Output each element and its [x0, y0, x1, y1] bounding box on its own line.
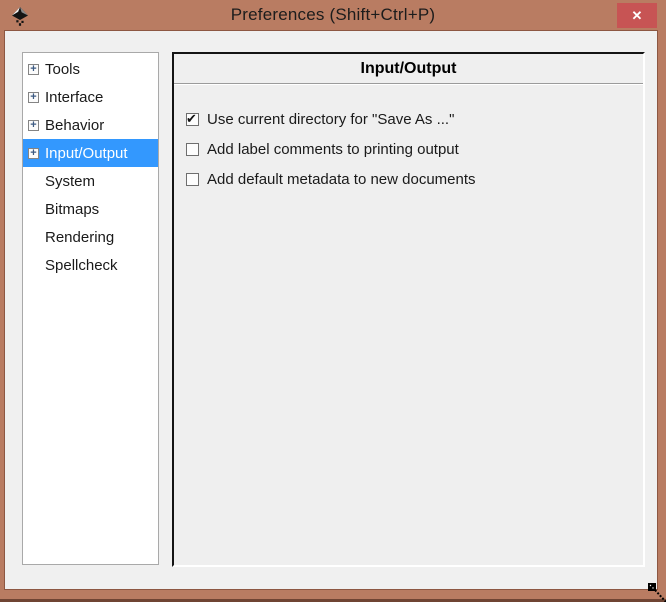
sidebar-item-input-output[interactable]: Input/Output — [23, 139, 158, 167]
sidebar-item-label: Bitmaps — [45, 200, 100, 218]
expander-plus-icon[interactable] — [28, 147, 39, 159]
option-use-current-directory[interactable]: Use current directory for "Save As ..." — [174, 104, 643, 134]
options-list: Use current directory for "Save As ..." … — [174, 104, 643, 194]
sidebar-item-label: Behavior — [45, 116, 105, 134]
close-button[interactable]: ✕ — [617, 3, 657, 28]
expander-plus-icon[interactable] — [28, 119, 39, 131]
expander-plus-icon[interactable] — [28, 91, 39, 103]
option-add-default-metadata[interactable]: Add default metadata to new documents — [174, 164, 643, 194]
sidebar-item-spellcheck[interactable]: Spellcheck — [23, 251, 158, 279]
checkbox-use-current-directory[interactable] — [186, 111, 199, 127]
sidebar-item-interface[interactable]: Interface — [23, 83, 158, 111]
sidebar-item-label: Interface — [45, 88, 104, 106]
checkbox-add-label-comments[interactable] — [186, 142, 199, 156]
sidebar-item-label: Input/Output — [45, 144, 128, 162]
expander-plus-icon[interactable] — [28, 63, 39, 75]
close-icon: ✕ — [631, 8, 643, 23]
dialog-body: Tools Interface Behavior Input/Output Sy… — [4, 30, 658, 590]
input-output-settings-panel: Input/Output Use current directory for "… — [172, 52, 645, 567]
sidebar-item-system[interactable]: System — [23, 167, 158, 195]
sidebar-item-label: Spellcheck — [45, 256, 118, 274]
preferences-window: { "window": { "title": "Preferences (Shi… — [0, 0, 666, 602]
sidebar-item-label: Tools — [45, 60, 81, 78]
sidebar-item-rendering[interactable]: Rendering — [23, 223, 158, 251]
checkbox-label: Use current directory for "Save As ..." — [207, 110, 455, 128]
page-title: Input/Output — [174, 54, 643, 84]
checkbox-label: Add default metadata to new documents — [207, 170, 476, 188]
checkbox-add-default-metadata[interactable] — [186, 172, 199, 186]
sidebar-item-tools[interactable]: Tools — [23, 55, 158, 83]
sidebar-item-label: System — [45, 172, 96, 190]
titlebar: Preferences (Shift+Ctrl+P) ✕ — [0, 0, 666, 31]
option-add-label-comments[interactable]: Add label comments to printing output — [174, 134, 643, 164]
resize-grip-cursor — [648, 583, 666, 602]
checkbox-label: Add label comments to printing output — [207, 140, 459, 158]
sidebar-item-label: Rendering — [45, 228, 115, 246]
window-title: Preferences (Shift+Ctrl+P) — [230, 5, 436, 24]
sidebar-item-bitmaps[interactable]: Bitmaps — [23, 195, 158, 223]
sidebar-item-behavior[interactable]: Behavior — [23, 111, 158, 139]
preferences-category-tree: Tools Interface Behavior Input/Output Sy… — [22, 52, 159, 565]
